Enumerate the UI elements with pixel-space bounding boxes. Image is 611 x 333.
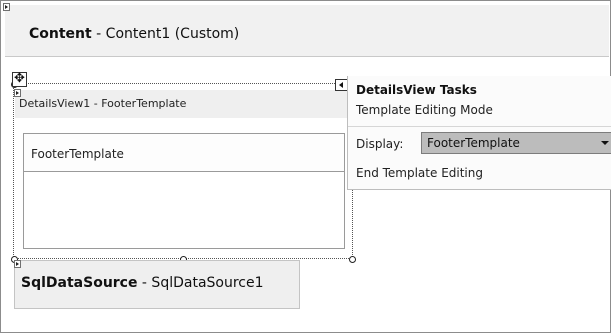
footer-template-title-text: FooterTemplate — [31, 147, 124, 161]
divider — [348, 126, 611, 127]
move-icon[interactable]: ✥ — [12, 71, 27, 87]
footer-template-editor[interactable]: FooterTemplate — [23, 133, 345, 249]
display-select-value: FooterTemplate — [427, 136, 520, 150]
sqldatasource-label-bold: SqlDataSource — [21, 275, 138, 291]
end-template-editing-link[interactable]: End Template Editing — [356, 166, 483, 180]
display-label: Display: — [356, 137, 404, 151]
content-title-bold: Content — [29, 26, 92, 42]
chevron-down-icon[interactable] — [601, 141, 609, 145]
expand-glyph-icon[interactable] — [14, 260, 21, 268]
sqldatasource-control[interactable]: SqlDataSource - SqlDataSource1 — [14, 260, 300, 309]
sqldatasource-label: SqlDataSource - SqlDataSource1 — [21, 275, 264, 291]
content-region-header[interactable]: Content - Content1 (Custom) — [3, 3, 609, 57]
tasks-panel-subtitle: Template Editing Mode — [356, 103, 493, 117]
resize-handle-bottom-right[interactable] — [349, 256, 356, 263]
tasks-panel: DetailsView Tasks Template Editing Mode … — [347, 76, 611, 190]
expand-glyph-icon[interactable] — [3, 3, 10, 11]
detailsview-header[interactable]: DetailsView1 - FooterTemplate — [14, 89, 350, 118]
content-title-rest: - Content1 (Custom) — [91, 26, 240, 42]
tasks-panel-title: DetailsView Tasks — [356, 83, 477, 97]
footer-template-title: FooterTemplate — [24, 134, 344, 172]
display-select[interactable]: FooterTemplate — [421, 132, 611, 154]
content-title: Content - Content1 (Custom) — [29, 26, 239, 42]
expand-glyph-icon[interactable] — [14, 89, 21, 97]
sqldatasource-label-rest: - SqlDataSource1 — [137, 275, 264, 291]
detailsview-header-label: DetailsView1 - FooterTemplate — [19, 97, 187, 110]
